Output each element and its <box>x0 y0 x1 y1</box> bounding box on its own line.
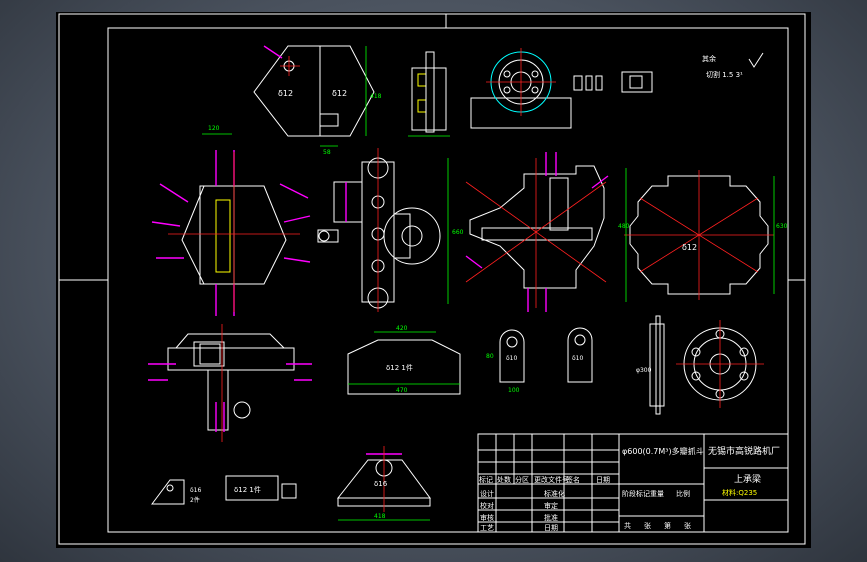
rev-header-count: 处数 <box>497 475 511 484</box>
roughness-note: 其余 切割 1.5 3¹ <box>702 52 764 79</box>
dim-plate-notch: 58 <box>323 149 331 156</box>
company-name: 无锡市高锐路机厂 <box>708 445 780 457</box>
roughness-value: 切割 1.5 3¹ <box>706 70 743 79</box>
drawing-canvas: 其余 切割 1.5 3¹ δ12 δ12 418 58 120 660 δ12 … <box>58 13 806 545</box>
sheet-number-unit: 张 <box>684 521 691 530</box>
stage-header-scale: 比例 <box>676 489 690 498</box>
product-name: φ600(0.7M³)多瓣抓斗 <box>622 446 704 456</box>
label-plate-right: δ12 <box>332 89 347 98</box>
view-lower-assembly <box>148 324 312 442</box>
dim-gusset-width: 418 <box>374 513 386 520</box>
dim-big-plate-top: 420 <box>396 325 408 332</box>
std-date: 日期 <box>544 524 558 532</box>
label-hex-plate: δ12 <box>682 243 697 252</box>
view-ears: δ10 δ10 80 100 <box>486 327 593 394</box>
roughness-symbol-icon <box>748 52 764 68</box>
dim-ear-1-height: 80 <box>486 353 494 360</box>
std-standardization: 标准化 <box>544 489 565 498</box>
view-top-plate: δ12 δ12 418 58 <box>253 45 382 156</box>
dim-hex-width: 120 <box>208 125 220 132</box>
view-tiny-plate: δ16 2件 <box>151 479 201 505</box>
role-check: 校对 <box>480 501 494 510</box>
label-gusset: δ16 <box>374 480 388 488</box>
label-flange-diameter: φ300 <box>636 367 652 374</box>
title-block: 标记 处数 分区 更改文件号 签名 日期 设计 校对 审核 工艺 标准化 审定 … <box>477 433 789 533</box>
outer-border <box>58 13 806 545</box>
view-star-plate <box>465 152 609 312</box>
rev-header-doc: 更改文件号 <box>534 475 569 484</box>
view-flange: φ300 <box>636 315 764 415</box>
view-bar: δ12 1件 <box>225 475 297 501</box>
label-ear-1: δ10 <box>506 355 517 362</box>
dim-ear-1-width: 100 <box>508 387 520 394</box>
stage-header-mark: 阶段标记 <box>622 489 650 498</box>
rev-header-mark: 标记 <box>479 475 493 484</box>
label-plate-top: δ12 <box>278 89 293 98</box>
dim-hex-plate-height: 630 <box>776 223 788 230</box>
label-big-plate: δ12 1件 <box>386 363 413 372</box>
view-clamp-side <box>408 51 450 137</box>
roughness-label: 其余 <box>702 54 716 63</box>
view-hexagon-frame: 120 <box>151 125 311 316</box>
rev-header-date: 日期 <box>596 476 610 484</box>
label-ear-2: δ10 <box>572 355 583 362</box>
view-hex-plate: δ12 480 630 <box>618 168 788 302</box>
view-main-assembly: 660 <box>317 148 464 312</box>
std-approve-review: 审定 <box>544 501 558 510</box>
dim-hex-plate-width: 480 <box>618 223 630 230</box>
drawing-sheet[interactable]: 其余 切割 1.5 3¹ δ12 δ12 418 58 120 660 δ12 … <box>56 12 811 548</box>
std-approve: 批准 <box>544 513 558 522</box>
sheet-total-label: 共 <box>624 521 631 530</box>
dim-plate-height: 418 <box>370 93 382 100</box>
view-bearing-block <box>470 48 572 129</box>
dim-big-plate-bottom: 470 <box>396 387 408 394</box>
label-tiny-plate: δ16 <box>190 487 201 494</box>
label-tiny-qty: 2件 <box>190 496 200 504</box>
dim-assembly-height: 660 <box>452 229 464 236</box>
rev-header-zone: 分区 <box>515 475 529 484</box>
stage-header-weight: 重量 <box>650 490 664 498</box>
view-small-pins <box>573 71 653 93</box>
view-gusset: δ16 418 <box>336 446 431 521</box>
rev-header-sign: 签名 <box>566 475 580 484</box>
sheet-number-label: 第 <box>664 521 671 530</box>
role-process: 工艺 <box>480 524 494 532</box>
part-name: 上承梁 <box>734 473 761 485</box>
cad-viewport[interactable]: 其余 切割 1.5 3¹ δ12 δ12 418 58 120 660 δ12 … <box>0 0 867 562</box>
role-design: 设计 <box>480 489 494 498</box>
label-bar: δ12 1件 <box>234 485 261 494</box>
role-review: 审核 <box>480 513 494 522</box>
material-spec: 材料:Q235 <box>722 488 757 497</box>
view-big-plate: δ12 1件 420 470 <box>347 325 461 395</box>
sheet-total-unit: 张 <box>644 521 651 530</box>
